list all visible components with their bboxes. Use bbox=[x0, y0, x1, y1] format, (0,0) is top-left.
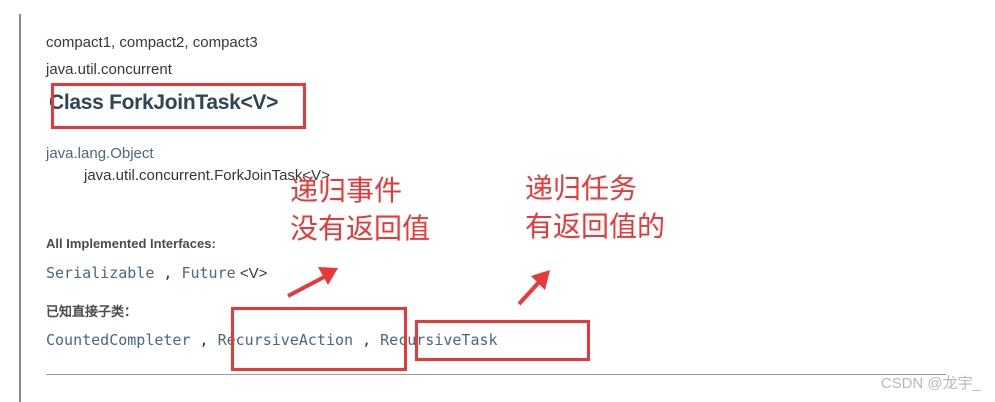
arrow-to-recursive-action bbox=[287, 267, 338, 298]
watermark-text: CSDN @龙宇_ bbox=[880, 375, 981, 392]
annotation-arrows bbox=[287, 267, 550, 306]
arrow-to-recursive-task bbox=[517, 270, 550, 306]
section-divider bbox=[46, 374, 946, 375]
